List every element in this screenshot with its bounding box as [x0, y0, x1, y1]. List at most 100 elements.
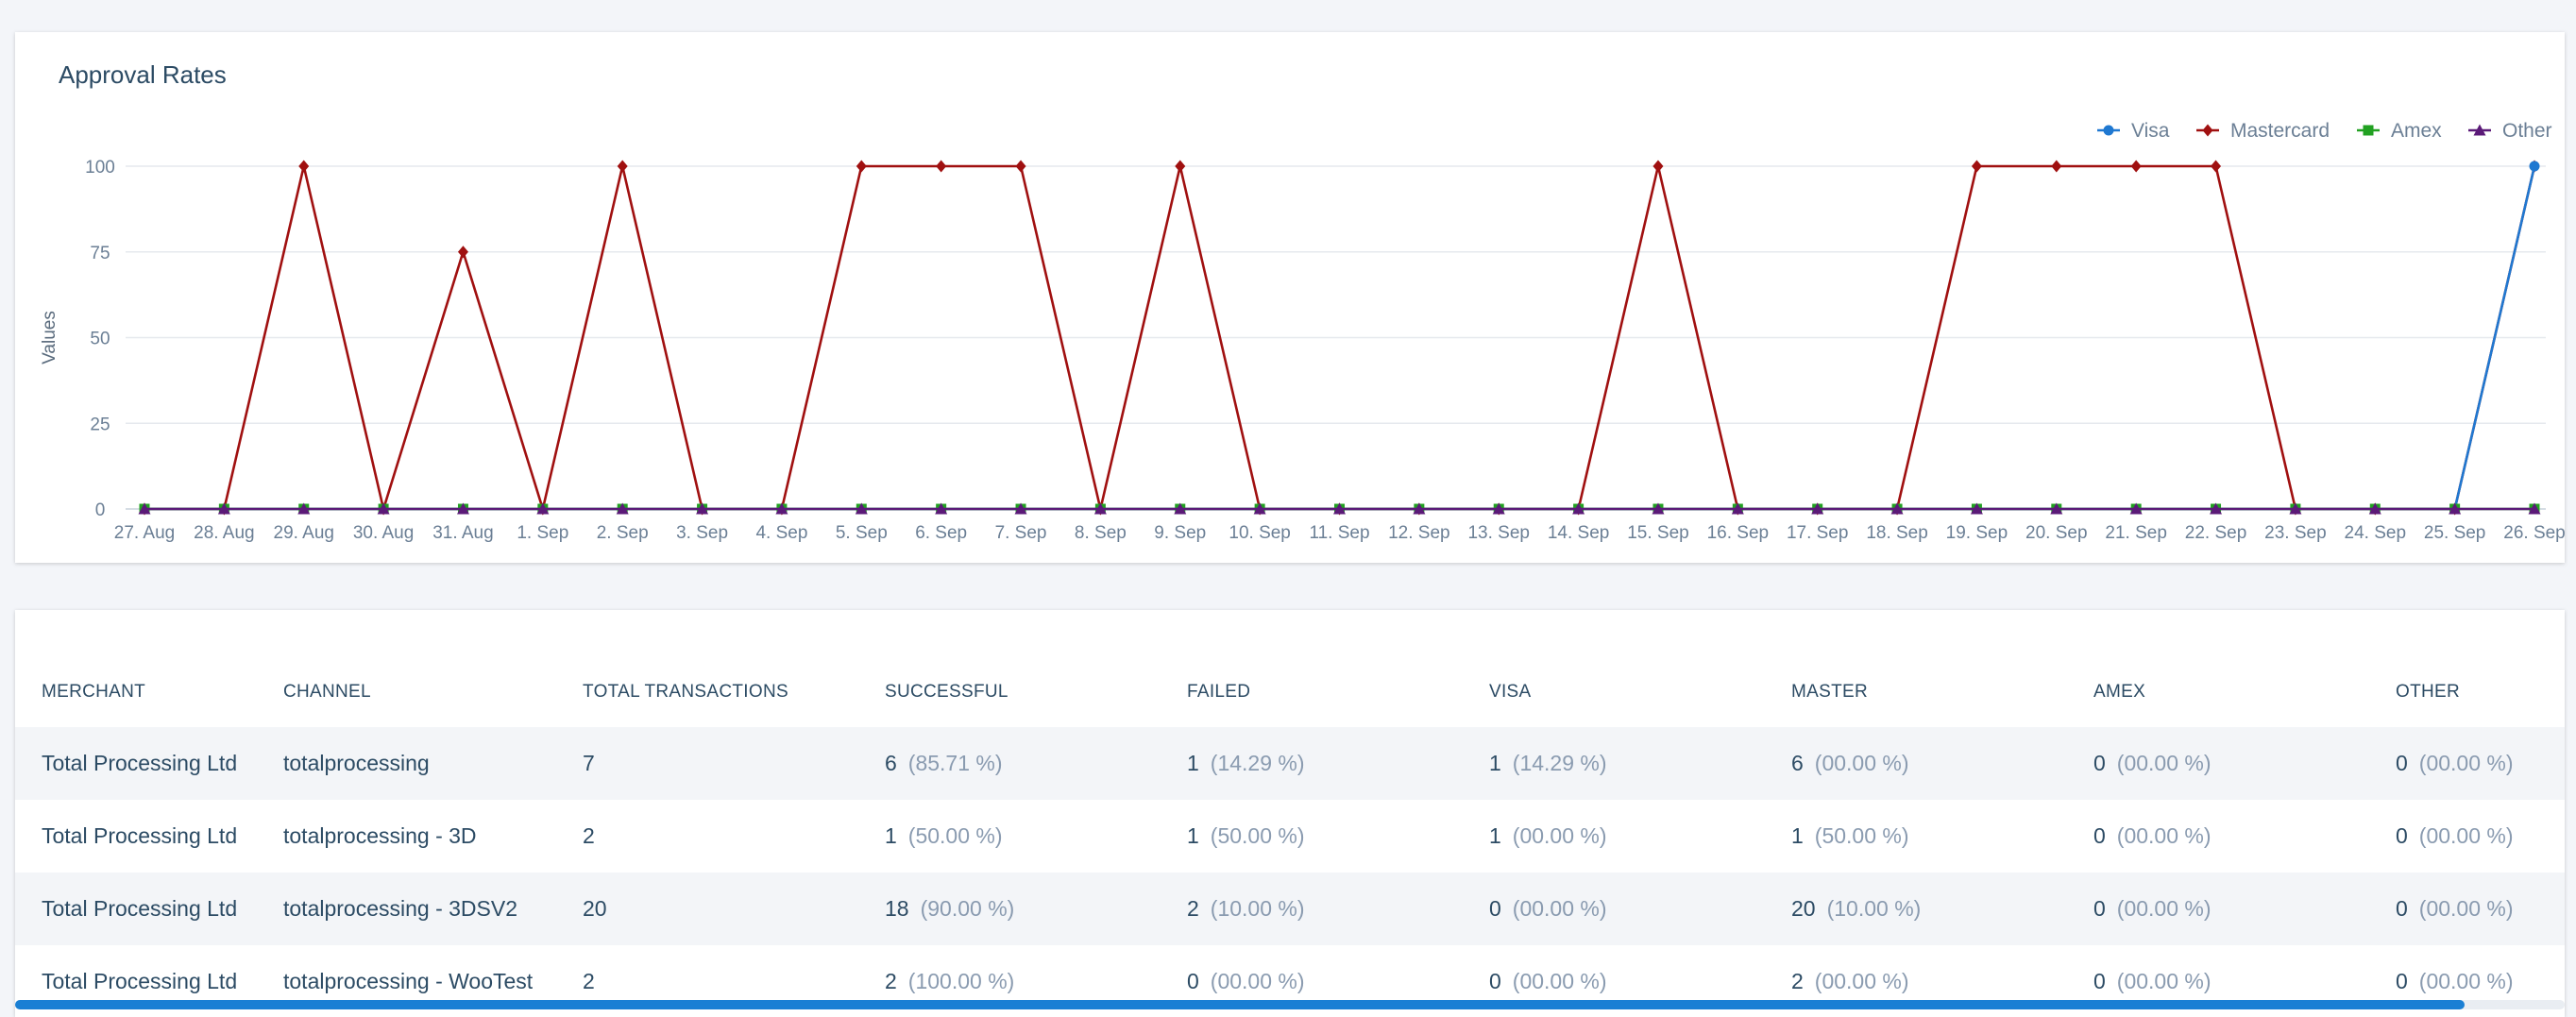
y-tick-label: 25 — [90, 415, 110, 434]
amex-count: 0 — [2093, 823, 2106, 848]
successful-cell: 6 (85.71 %) — [858, 727, 1161, 800]
successful-count: 18 — [885, 896, 909, 921]
column-header-channel[interactable]: CHANNEL — [257, 610, 556, 727]
x-tick-label: 6. Sep — [915, 523, 967, 543]
column-header-master[interactable]: MASTER — [1765, 610, 2067, 727]
amex-cell: 0 (00.00 %) — [2067, 727, 2369, 800]
mastercard-legend-marker — [2202, 124, 2213, 137]
mastercard-point — [936, 160, 947, 173]
visa-percent: (14.29 %) — [1512, 751, 1607, 775]
amex-percent: (00.00 %) — [2116, 969, 2212, 993]
master-count: 6 — [1791, 751, 1804, 775]
mastercard-point — [2211, 160, 2222, 173]
other-cell: 0 (00.00 %) — [2369, 873, 2565, 945]
mastercard-point — [2130, 160, 2142, 173]
master-count: 1 — [1791, 823, 1804, 848]
column-header-successful[interactable]: SUCCESSFUL — [858, 610, 1161, 727]
mastercard-point — [856, 160, 867, 173]
transactions-table: MERCHANT CHANNEL TOTAL TRANSACTIONS SUCC… — [15, 610, 2565, 1017]
table-row[interactable]: Total Processing Ltd totalprocessing - 3… — [15, 800, 2565, 873]
x-tick-label: 29. Aug — [274, 523, 334, 543]
x-tick-label: 8. Sep — [1075, 523, 1127, 543]
visa-count: 0 — [1489, 969, 1501, 993]
x-tick-label: 30. Aug — [353, 523, 414, 543]
y-tick-label: 100 — [85, 158, 115, 178]
visa-count: 1 — [1489, 751, 1501, 775]
failed-count: 1 — [1187, 751, 1199, 775]
master-percent: (00.00 %) — [1814, 751, 1909, 775]
x-tick-label: 26. Sep — [2503, 523, 2565, 543]
visa-cell: 0 (00.00 %) — [1463, 873, 1765, 945]
column-header-merchant[interactable]: MERCHANT — [15, 610, 257, 727]
x-tick-label: 16. Sep — [1707, 523, 1770, 543]
table-header-row: MERCHANT CHANNEL TOTAL TRANSACTIONS SUCC… — [15, 610, 2565, 727]
x-tick-label: 21. Sep — [2105, 523, 2167, 543]
scrollbar-thumb[interactable] — [15, 1000, 2465, 1009]
x-tick-label: 27. Aug — [114, 523, 175, 543]
column-header-total-transactions[interactable]: TOTAL TRANSACTIONS — [556, 610, 858, 727]
successful-cell: 18 (90.00 %) — [858, 873, 1161, 945]
amex-legend-label: Amex — [2391, 120, 2442, 142]
amex-percent: (00.00 %) — [2116, 823, 2212, 848]
x-tick-label: 10. Sep — [1229, 523, 1291, 543]
total-cell: 20 — [556, 873, 858, 945]
failed-cell: 1 (50.00 %) — [1161, 800, 1463, 873]
x-tick-label: 9. Sep — [1154, 523, 1206, 543]
master-count: 2 — [1791, 969, 1804, 993]
column-header-other[interactable]: OTHER — [2369, 610, 2565, 727]
x-tick-label: 5. Sep — [836, 523, 888, 543]
master-count: 20 — [1791, 896, 1816, 921]
mastercard-point — [2051, 160, 2062, 173]
x-tick-label: 15. Sep — [1627, 523, 1689, 543]
column-header-amex[interactable]: AMEX — [2067, 610, 2369, 727]
failed-count: 0 — [1187, 969, 1199, 993]
y-tick-label: 0 — [95, 500, 106, 520]
mastercard-point — [298, 160, 310, 173]
table-row[interactable]: Total Processing Ltd totalprocessing - 3… — [15, 873, 2565, 945]
successful-percent: (100.00 %) — [907, 969, 1015, 993]
master-percent: (00.00 %) — [1814, 969, 1909, 993]
approval-rates-card: Approval Rates 0 25 50 75 100 Values 27. Aug 28… — [15, 32, 2565, 563]
master-percent: (50.00 %) — [1814, 823, 1909, 848]
other-count: 0 — [2396, 751, 2408, 775]
x-tick-label: 4. Sep — [755, 523, 807, 543]
failed-percent: (14.29 %) — [1210, 751, 1305, 775]
amex-percent: (00.00 %) — [2116, 896, 2212, 921]
x-tick-label: 31. Aug — [432, 523, 493, 543]
table-row[interactable]: Total Processing Ltd totalprocessing 7 6… — [15, 727, 2565, 800]
failed-percent: (00.00 %) — [1210, 969, 1305, 993]
visa-percent: (00.00 %) — [1512, 823, 1607, 848]
y-axis-label: Values — [40, 311, 59, 364]
failed-cell: 1 (14.29 %) — [1161, 727, 1463, 800]
channel-cell: totalprocessing — [257, 727, 556, 800]
column-header-failed[interactable]: FAILED — [1161, 610, 1463, 727]
other-percent: (00.00 %) — [2418, 823, 2514, 848]
total-cell: 7 — [556, 727, 858, 800]
x-tick-label: 28. Aug — [194, 523, 254, 543]
amex-legend-marker — [2363, 125, 2374, 136]
mastercard-point — [1652, 160, 1664, 173]
visa-legend-label: Visa — [2131, 120, 2170, 142]
visa-percent: (00.00 %) — [1512, 969, 1607, 993]
total-cell: 2 — [583, 823, 595, 848]
column-header-visa[interactable]: VISA — [1463, 610, 1765, 727]
merchant-cell: Total Processing Ltd — [15, 873, 257, 945]
amex-cell: 0 (00.00 %) — [2067, 800, 2369, 873]
successful-count: 2 — [885, 969, 897, 993]
master-cell: 6 (00.00 %) — [1765, 727, 2067, 800]
amex-percent: (00.00 %) — [2116, 751, 2212, 775]
mastercard-point — [1971, 160, 1982, 173]
mastercard-point — [617, 160, 628, 173]
failed-percent: (10.00 %) — [1210, 896, 1305, 921]
other-percent: (00.00 %) — [2418, 896, 2514, 921]
other-count: 0 — [2396, 969, 2408, 993]
failed-count: 1 — [1187, 823, 1199, 848]
channel-cell: totalprocessing - 3DSV2 — [257, 873, 556, 945]
x-tick-label: 24. Sep — [2345, 523, 2407, 543]
successful-count: 1 — [885, 823, 897, 848]
other-cell: 0 (00.00 %) — [2369, 727, 2565, 800]
horizontal-scrollbar[interactable] — [15, 1000, 2565, 1009]
x-tick-label: 13. Sep — [1467, 523, 1530, 543]
visa-point — [2529, 161, 2540, 172]
amex-count: 0 — [2093, 751, 2106, 775]
